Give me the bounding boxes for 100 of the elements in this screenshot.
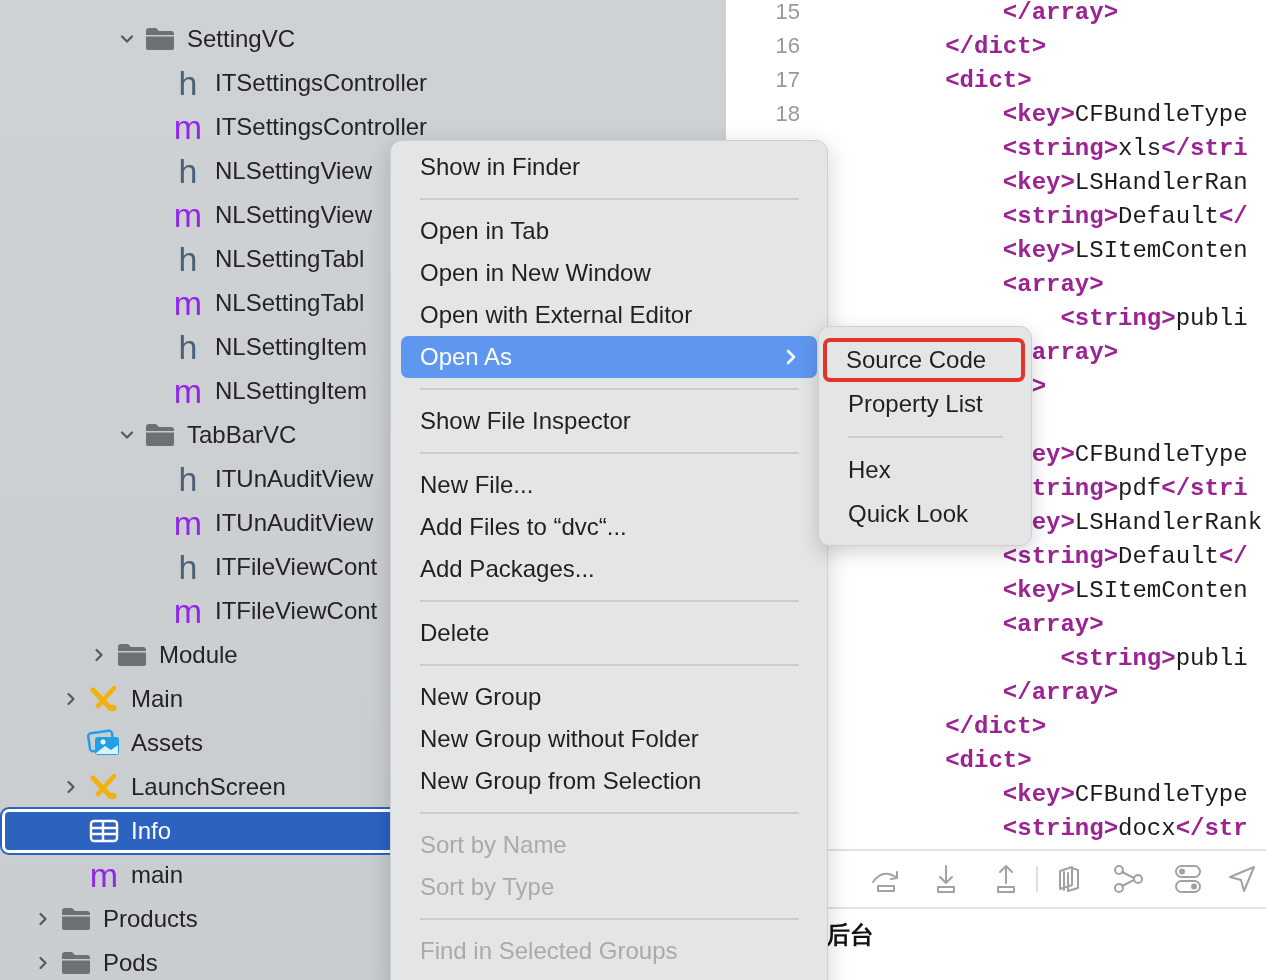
file-name: ITSettingsController bbox=[215, 113, 428, 141]
xml-tag: ey> bbox=[1031, 440, 1075, 468]
xml-tag: <key> bbox=[1002, 168, 1075, 196]
xml-tag: <dict> bbox=[945, 66, 1032, 94]
file-name: NLSettingItem bbox=[215, 377, 368, 405]
xml-value: LSItemConten bbox=[1074, 236, 1248, 264]
file-name: ITFileViewCont bbox=[215, 597, 378, 625]
xml-tag: <string> bbox=[1002, 542, 1119, 570]
menu-item[interactable]: Open in Tab bbox=[401, 210, 817, 252]
table-icon bbox=[89, 819, 119, 843]
menu-item[interactable]: Open with External Editor bbox=[401, 294, 817, 336]
xml-tag: <array> bbox=[1002, 270, 1104, 298]
xml-tag: <string> bbox=[1002, 134, 1119, 162]
file-name: Module bbox=[159, 641, 238, 669]
menu-item[interactable]: Delete bbox=[401, 612, 817, 654]
file-name: ITUnAuditView bbox=[215, 465, 374, 493]
xml-value: Default bbox=[1118, 542, 1219, 570]
file-name: NLSettingTabl bbox=[215, 289, 365, 317]
menu-item[interactable]: Source Code bbox=[823, 338, 1025, 382]
menu-item[interactable]: Open in New Window bbox=[401, 252, 817, 294]
xml-value: CFBundleType bbox=[1074, 440, 1248, 468]
file-name: NLSettingTabl bbox=[215, 245, 365, 273]
xml-tag: <key> bbox=[1002, 576, 1075, 604]
folder-icon bbox=[61, 951, 91, 975]
file-name: ITSettingsController bbox=[215, 69, 428, 97]
xml-value: xls bbox=[1118, 134, 1162, 162]
file-type-letter: h bbox=[178, 329, 198, 365]
menu-item[interactable]: Hex bbox=[825, 448, 1025, 492]
line-number: 17 bbox=[774, 67, 800, 93]
file-type-letter: m bbox=[173, 285, 203, 321]
xml-tag: <key> bbox=[1002, 780, 1075, 808]
file-name: NLSettingItem bbox=[215, 333, 368, 361]
xml-tag: <key> bbox=[1002, 100, 1075, 128]
file-type-letter: m bbox=[89, 857, 119, 893]
folder-icon bbox=[145, 27, 175, 51]
pencil-brush-icon bbox=[90, 686, 118, 712]
file-type-letter: h bbox=[178, 153, 198, 189]
xml-tag: array> bbox=[1031, 338, 1119, 366]
file-type-letter: m bbox=[173, 109, 203, 145]
pencil-brush-icon bbox=[90, 774, 118, 800]
menu-item[interactable]: Show in Finder bbox=[401, 146, 817, 188]
xml-value: docx bbox=[1118, 814, 1176, 842]
menu-item[interactable]: Quick Look bbox=[825, 492, 1025, 536]
file-type-letter: m bbox=[173, 373, 203, 409]
xml-tag: tring> bbox=[1031, 474, 1119, 502]
file-name: Assets bbox=[131, 729, 204, 757]
file-name: Info bbox=[131, 817, 172, 845]
line-number: 16 bbox=[774, 33, 800, 59]
xml-value: LSHandlerRank bbox=[1074, 508, 1263, 536]
file-name: Main bbox=[131, 685, 184, 713]
xml-tag: </array> bbox=[1002, 678, 1119, 706]
xml-tag: </str bbox=[1175, 814, 1248, 842]
xml-tag: </dict> bbox=[945, 712, 1047, 740]
file-type-letter: h bbox=[178, 241, 198, 277]
menu-item[interactable]: New Group from Selection bbox=[401, 760, 817, 802]
xml-tag: </dict> bbox=[945, 32, 1047, 60]
file-name: TabBarVC bbox=[187, 421, 297, 449]
menu-item[interactable]: Show File Inspector bbox=[401, 400, 817, 442]
xml-value: publi bbox=[1175, 644, 1248, 672]
file-type-letter: m bbox=[173, 505, 203, 541]
xml-tag: > bbox=[1031, 372, 1047, 400]
file-name: Pods bbox=[103, 949, 158, 977]
xml-tag: <string> bbox=[1002, 202, 1119, 230]
xml-tag: <key> bbox=[1002, 236, 1075, 264]
menu-item[interactable]: Property List bbox=[825, 382, 1025, 426]
file-name: NLSettingView bbox=[215, 157, 372, 185]
file-name: LaunchScreen bbox=[131, 773, 286, 801]
file-type-letter: h bbox=[178, 65, 198, 101]
navigator-row[interactable]: SettingVC bbox=[2, 17, 724, 61]
xml-value: publi bbox=[1175, 304, 1248, 332]
file-name: NLSettingView bbox=[215, 201, 372, 229]
menu-item[interactable]: New File... bbox=[401, 464, 817, 506]
console-text: 后台 bbox=[826, 921, 874, 949]
folder-icon bbox=[117, 643, 147, 667]
xml-tag: <string> bbox=[1060, 304, 1176, 332]
xml-value: CFBundleType bbox=[1074, 780, 1248, 808]
xml-value: LSHandlerRan bbox=[1074, 168, 1248, 196]
xml-tag: </stri bbox=[1161, 474, 1248, 502]
menu-item[interactable]: Add Files to “dvc“... bbox=[401, 506, 817, 548]
xml-value: LSItemConten bbox=[1074, 576, 1248, 604]
file-type-letter: m bbox=[173, 197, 203, 233]
file-name: SettingVC bbox=[187, 25, 296, 53]
folder-icon bbox=[61, 907, 91, 931]
line-number: 15 bbox=[774, 0, 800, 25]
line-number: 18 bbox=[774, 101, 800, 127]
menu-item[interactable]: New Group bbox=[401, 676, 817, 718]
xml-tag: <string> bbox=[1060, 644, 1176, 672]
xml-tag: </array> bbox=[1002, 0, 1119, 26]
file-type-letter: h bbox=[178, 461, 198, 497]
photos-icon bbox=[87, 729, 121, 757]
file-name: main bbox=[131, 861, 184, 889]
xml-tag: </ bbox=[1218, 202, 1248, 230]
xml-value: Default bbox=[1118, 202, 1219, 230]
menu-item[interactable]: Add Packages... bbox=[401, 548, 817, 590]
xml-tag: ey> bbox=[1031, 508, 1075, 536]
menu-item[interactable]: New Group without Folder bbox=[401, 718, 817, 760]
file-type-letter: h bbox=[178, 549, 198, 585]
xml-tag: <dict> bbox=[945, 746, 1032, 774]
file-name: ITFileViewCont bbox=[215, 553, 378, 581]
navigator-row[interactable]: h ITSettingsController bbox=[2, 61, 724, 105]
